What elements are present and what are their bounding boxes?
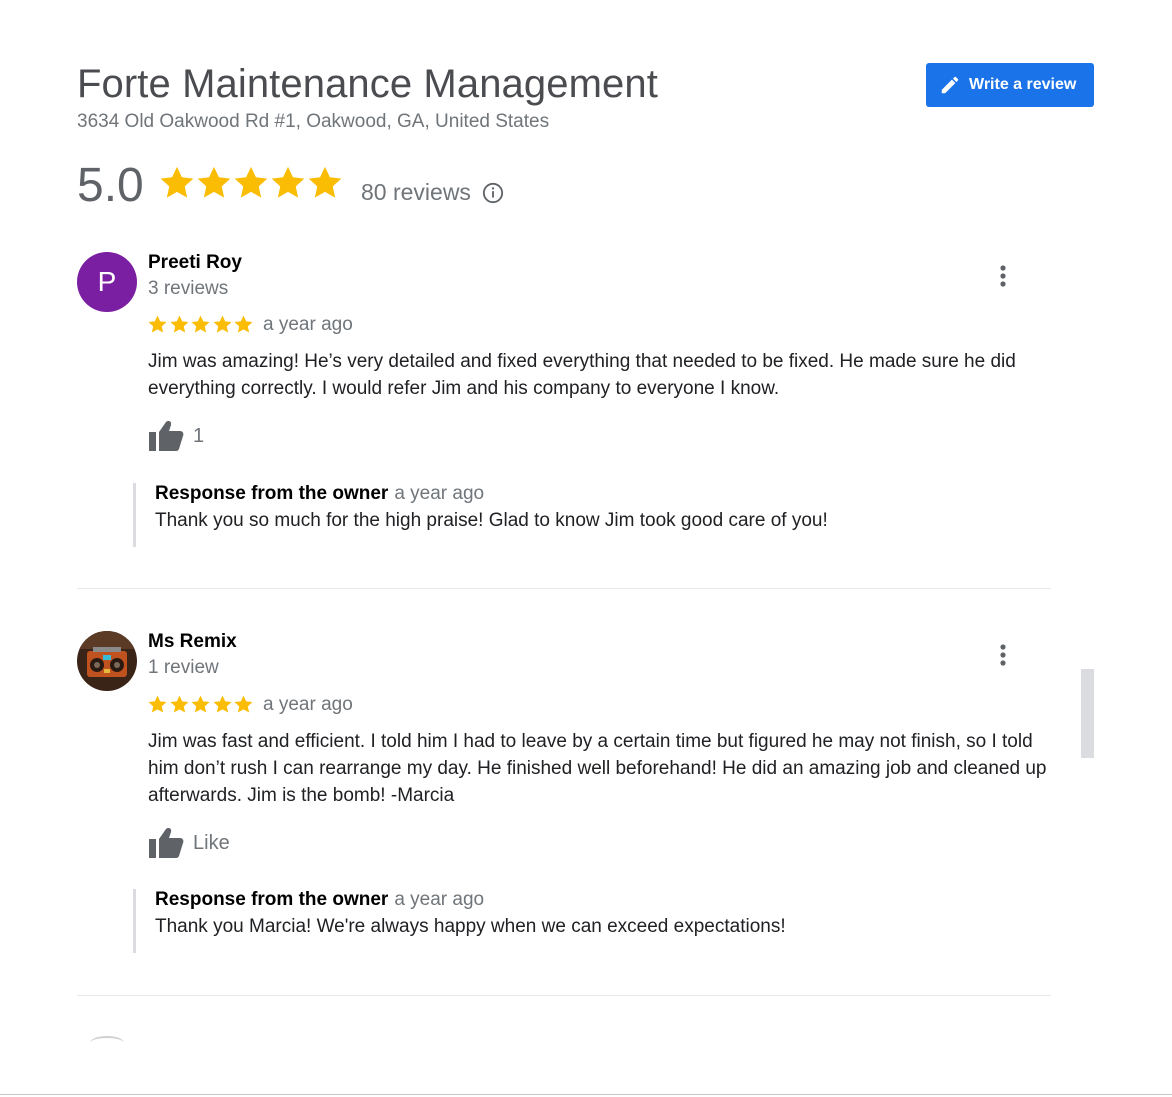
review-time: a year ago — [263, 694, 353, 715]
star-icon — [169, 314, 190, 335]
star-icon — [306, 164, 344, 202]
review-text: Jim was fast and efficient. I told him I… — [148, 731, 1047, 806]
review-stars — [147, 314, 255, 335]
star-icon — [190, 694, 211, 715]
owner-response-label: Response from the owner — [155, 889, 389, 910]
reviews-count: 80 reviews — [361, 179, 471, 205]
review-text: Jim was amazing! He’s very detailed and … — [148, 351, 1016, 399]
star-icon — [158, 164, 196, 202]
business-name: Forte Maintenance Management — [77, 62, 658, 106]
thumbs-up-icon — [148, 420, 184, 452]
more-options-icon[interactable] — [990, 263, 1016, 289]
divider — [77, 588, 1051, 589]
star-icon — [169, 694, 190, 715]
avatar[interactable] — [77, 631, 137, 691]
star-icon — [232, 164, 270, 202]
star-icon — [212, 314, 233, 335]
review-stars — [147, 694, 255, 715]
star-icon — [233, 694, 254, 715]
pencil-icon — [939, 74, 961, 96]
boombox-avatar-image — [77, 631, 137, 691]
owner-response: Response from the owner a year ago Thank … — [133, 889, 786, 953]
owner-response: Response from the owner a year ago Thank … — [133, 483, 828, 547]
scrollbar-thumb[interactable] — [1081, 669, 1094, 758]
star-icon — [195, 164, 233, 202]
owner-response-text: Thank you so much for the high praise! G… — [155, 510, 828, 531]
owner-response-time: a year ago — [394, 889, 485, 910]
review-author-count: 1 review — [148, 657, 219, 678]
review-author[interactable]: Ms Remix — [148, 631, 237, 653]
like-label: Like — [193, 831, 230, 854]
owner-response-label: Response from the owner — [155, 483, 389, 504]
write-review-label: Write a review — [969, 76, 1077, 93]
star-icon — [190, 314, 211, 335]
divider — [77, 995, 1051, 996]
star-icon — [147, 314, 168, 335]
star-icon — [212, 694, 233, 715]
star-icon — [233, 314, 254, 335]
review-time: a year ago — [263, 314, 353, 335]
star-icon — [269, 164, 307, 202]
avatar[interactable]: P — [77, 252, 137, 312]
info-icon[interactable] — [482, 182, 504, 204]
write-review-button[interactable]: Write a review — [926, 63, 1094, 107]
owner-response-time: a year ago — [394, 483, 485, 504]
like-button[interactable]: Like — [148, 827, 230, 859]
more-options-icon[interactable] — [990, 642, 1016, 668]
review-author[interactable]: Preeti Roy — [148, 252, 242, 274]
window-bottom-border — [0, 1094, 1172, 1095]
owner-response-text: Thank you Marcia! We're always happy whe… — [155, 916, 786, 937]
like-button[interactable]: 1 — [148, 420, 204, 452]
thumbs-up-icon — [148, 827, 184, 859]
review-author-count: 3 reviews — [148, 278, 229, 299]
average-rating: 5.0 — [77, 159, 144, 212]
average-rating-stars — [158, 164, 343, 202]
like-count: 1 — [193, 424, 205, 447]
next-review-avatar — [90, 1036, 124, 1050]
star-icon — [147, 694, 168, 715]
business-address: 3634 Old Oakwood Rd #1, Oakwood, GA, Uni… — [77, 111, 550, 132]
